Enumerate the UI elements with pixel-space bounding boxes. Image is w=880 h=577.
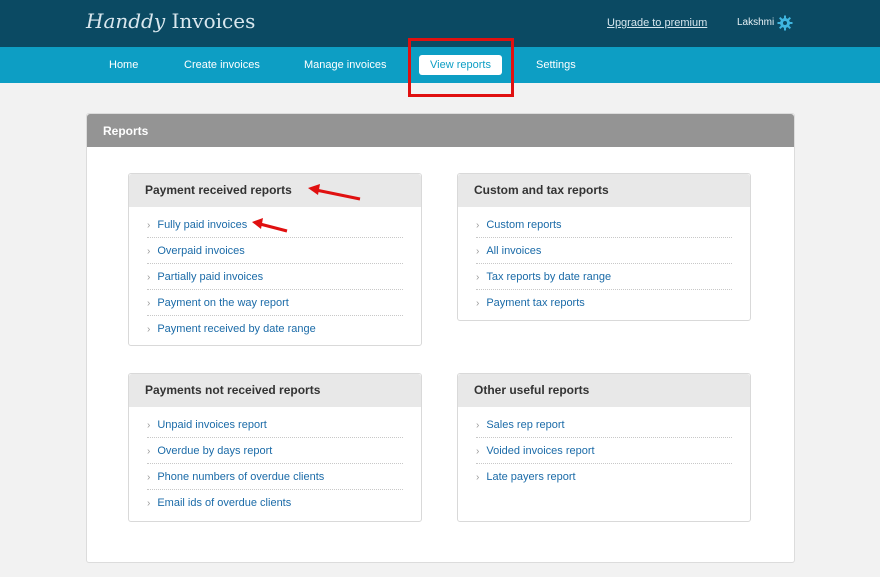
list-item: › Payment received by date range	[147, 316, 403, 342]
list-item: › Late payers report	[476, 464, 732, 490]
gear-icon[interactable]	[777, 15, 793, 31]
chevron-right-icon: ›	[476, 298, 480, 309]
report-link-late-payers[interactable]: Late payers report	[486, 471, 575, 483]
chevron-right-icon: ›	[476, 420, 480, 431]
list-item: › Payment tax reports	[476, 290, 732, 316]
list-item: › All invoices	[476, 238, 732, 264]
annotation-highlight-box	[408, 38, 514, 97]
chevron-right-icon: ›	[147, 220, 151, 231]
list-item: › Unpaid invoices report	[147, 412, 403, 438]
card-other-useful: Other useful reports › Sales rep report ›…	[457, 373, 751, 522]
list-item: › Partially paid invoices	[147, 264, 403, 290]
nav-settings[interactable]: Settings	[536, 47, 576, 83]
footer-partial-text	[562, 572, 592, 577]
logo-text: Invoices	[165, 9, 256, 33]
report-link-overpaid[interactable]: Overpaid invoices	[157, 245, 244, 257]
chevron-right-icon: ›	[147, 246, 151, 257]
list-item: › Phone numbers of overdue clients	[147, 464, 403, 490]
list-item: › Custom reports	[476, 212, 732, 238]
list-item: › Payment on the way report	[147, 290, 403, 316]
report-link-partially-paid[interactable]: Partially paid invoices	[157, 271, 263, 283]
list-item: › Voided invoices report	[476, 438, 732, 464]
chevron-right-icon: ›	[147, 324, 151, 335]
report-link-all-invoices[interactable]: All invoices	[486, 245, 541, 257]
card-title: Other useful reports	[458, 374, 750, 407]
card-title: Payment received reports	[129, 174, 421, 207]
card-payments-not-received: Payments not received reports › Unpaid in…	[128, 373, 422, 522]
chevron-right-icon: ›	[476, 472, 480, 483]
report-link-tax-by-date[interactable]: Tax reports by date range	[486, 271, 611, 283]
list-item: › Tax reports by date range	[476, 264, 732, 290]
list-item: › Overdue by days report	[147, 438, 403, 464]
user-name: Lakshmi	[737, 17, 775, 28]
list-item: › Sales rep report	[476, 412, 732, 438]
chevron-right-icon: ›	[476, 446, 480, 457]
report-link-email-overdue[interactable]: Email ids of overdue clients	[157, 497, 291, 509]
card-payment-received: Payment received reports › Fully paid inv…	[128, 173, 422, 346]
report-link-payment-by-date[interactable]: Payment received by date range	[157, 323, 315, 335]
chevron-right-icon: ›	[147, 446, 151, 457]
report-link-custom[interactable]: Custom reports	[486, 219, 561, 231]
reports-panel-header: Reports	[87, 114, 794, 147]
card-title: Custom and tax reports	[458, 174, 750, 207]
list-item: › Overpaid invoices	[147, 238, 403, 264]
list-item: › Email ids of overdue clients	[147, 490, 403, 516]
chevron-right-icon: ›	[147, 272, 151, 283]
chevron-right-icon: ›	[476, 272, 480, 283]
app-logo[interactable]: Handdy Invoices	[86, 9, 255, 33]
logo-script: Handdy	[86, 9, 166, 33]
upgrade-link[interactable]: Upgrade to premium	[607, 17, 707, 29]
report-link-sales-rep[interactable]: Sales rep report	[486, 419, 564, 431]
card-title: Payments not received reports	[129, 374, 421, 407]
chevron-right-icon: ›	[476, 246, 480, 257]
report-link-phone-overdue[interactable]: Phone numbers of overdue clients	[157, 471, 324, 483]
card-custom-tax: Custom and tax reports › Custom reports ›…	[457, 173, 751, 321]
chevron-right-icon: ›	[147, 498, 151, 509]
nav-create-invoices[interactable]: Create invoices	[184, 47, 260, 83]
report-link-voided[interactable]: Voided invoices report	[486, 445, 594, 457]
chevron-right-icon: ›	[147, 298, 151, 309]
report-list: › Custom reports › All invoices › Tax repor…	[458, 207, 750, 316]
report-link-fully-paid[interactable]: Fully paid invoices	[157, 219, 247, 231]
report-link-payment-on-the-way[interactable]: Payment on the way report	[157, 297, 288, 309]
report-link-payment-tax[interactable]: Payment tax reports	[486, 297, 584, 309]
chevron-right-icon: ›	[147, 420, 151, 431]
red-arrow-icon	[308, 184, 361, 201]
nav-home[interactable]: Home	[109, 47, 138, 83]
panel-title: Reports	[103, 124, 149, 138]
report-list: › Sales rep report › Voided invoices repor…	[458, 407, 750, 490]
report-link-unpaid[interactable]: Unpaid invoices report	[157, 419, 266, 431]
red-arrow-icon	[252, 218, 288, 233]
nav-manage-invoices[interactable]: Manage invoices	[304, 47, 387, 83]
chevron-right-icon: ›	[476, 220, 480, 231]
reports-panel: Reports Payment received reports › Fully …	[86, 113, 795, 563]
chevron-right-icon: ›	[147, 472, 151, 483]
report-list: › Unpaid invoices report › Overdue by days…	[129, 407, 421, 516]
report-link-overdue-by-days[interactable]: Overdue by days report	[157, 445, 272, 457]
